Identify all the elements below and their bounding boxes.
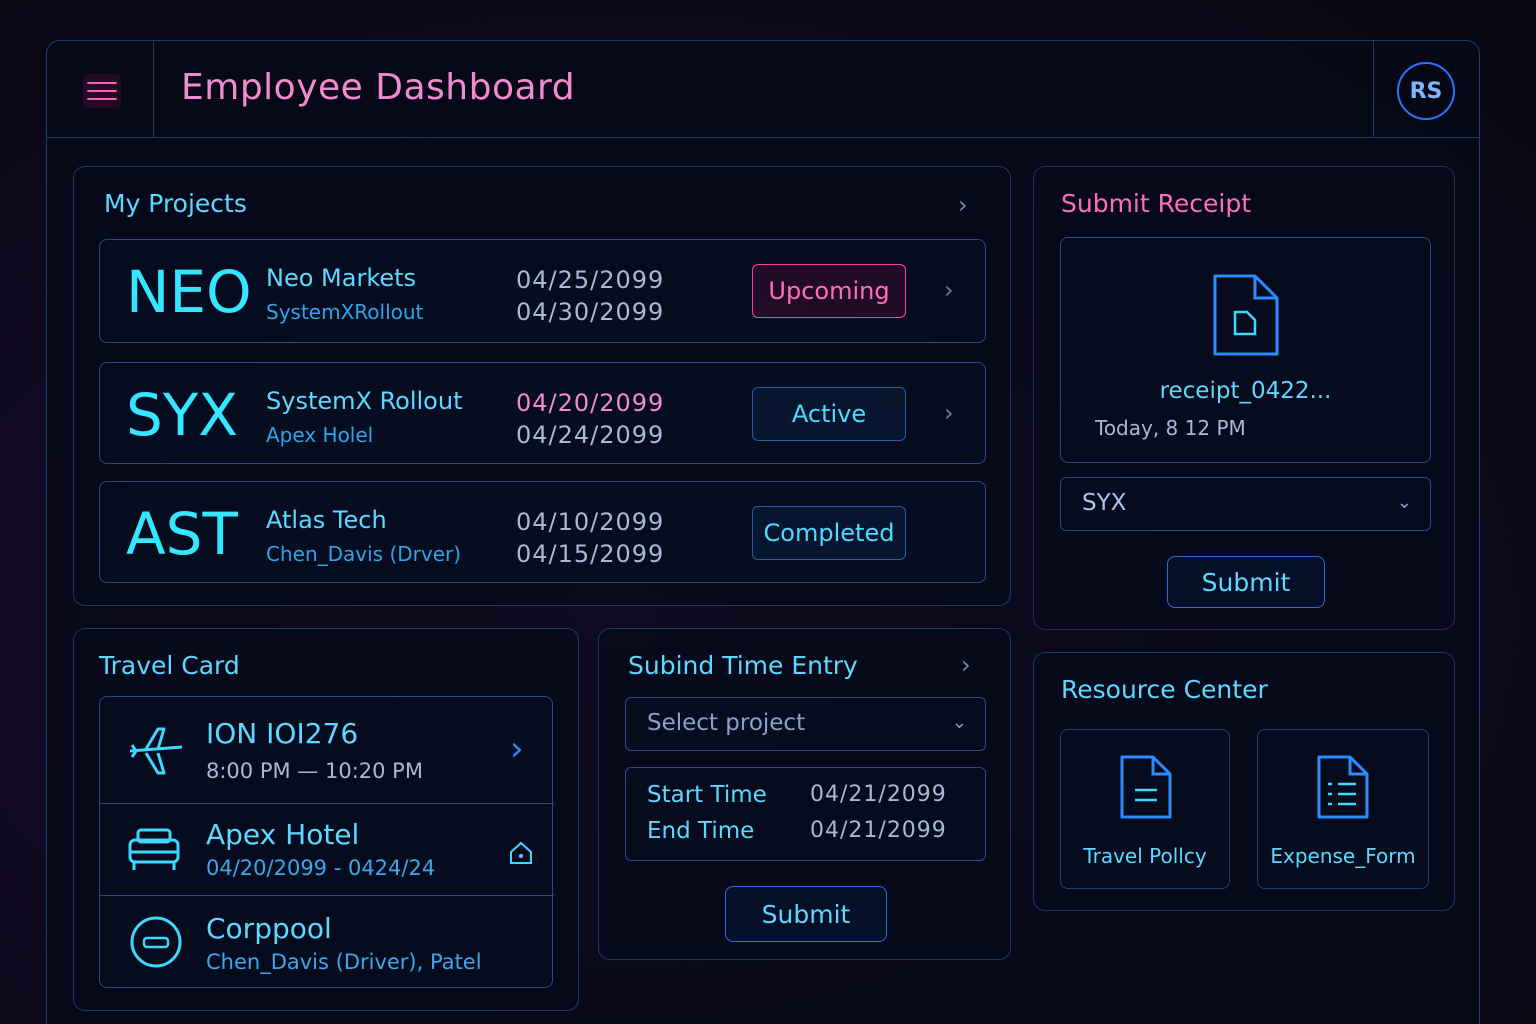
carpool-people: Chen_Davis (Driver), Patel	[206, 950, 482, 974]
avatar[interactable]: RS	[1397, 62, 1455, 120]
end-time-value[interactable]: 04/21/2099	[810, 818, 947, 843]
status-badge: Active	[752, 387, 906, 441]
end-time-label: End Time	[647, 818, 755, 844]
project-name: Neo Markets	[266, 264, 417, 292]
submit-time-button[interactable]: Submit	[725, 886, 887, 942]
chevron-down-icon: ⌄	[951, 712, 967, 733]
chevron-right-icon[interactable]: ›	[944, 276, 954, 304]
my-projects-panel: My Projects › NEO Neo Markets SystemXRol…	[73, 166, 1011, 606]
submit-receipt-button[interactable]: Submit	[1167, 556, 1325, 608]
project-subtitle: SystemXRollout	[266, 300, 424, 324]
car-icon	[130, 916, 182, 968]
flight-number: ION IOI276	[206, 717, 359, 750]
airplane-icon	[129, 727, 183, 775]
receipt-file-time: Today, 8 12 PM	[1095, 416, 1246, 440]
flight-item[interactable]: ION IOI276 8:00 PM — 10:20 PM ›	[100, 697, 552, 803]
page-title: Employee Dashboard	[181, 67, 576, 108]
divider	[1373, 41, 1374, 138]
project-row[interactable]: AST Atlas Tech Chen_Davis (Drver) 04/10/…	[99, 481, 986, 583]
project-code: AST	[126, 500, 238, 568]
resource-tile-expense-form[interactable]: Expense_Form	[1257, 729, 1429, 889]
hotel-item[interactable]: Apex Hotel 04/20/2099 - 0424/24	[100, 803, 554, 895]
project-subtitle: Chen_Davis (Drver)	[266, 542, 462, 566]
carpool-title: Corppool	[206, 912, 332, 945]
status-badge: Upcoming	[752, 264, 906, 318]
project-code: NEO	[126, 258, 252, 326]
bed-icon	[128, 828, 180, 870]
resource-center-panel: Resource Center Travel Pollcy Expense_Fo…	[1033, 652, 1455, 911]
resource-label: Expense_Form	[1270, 844, 1416, 868]
select-value: SYX	[1082, 490, 1127, 516]
divider	[153, 41, 154, 138]
project-start-date: 04/10/2099	[516, 508, 665, 536]
panel-title: Resource Center	[1061, 675, 1268, 704]
start-time-value[interactable]: 04/21/2099	[810, 782, 947, 807]
travel-card-panel: Travel Card ION IOI276 8:00 PM — 10:20 P…	[73, 628, 579, 1011]
chevron-right-icon[interactable]: ›	[961, 651, 971, 679]
receipt-file-name: receipt_0422...	[1159, 378, 1332, 404]
flight-times: 8:00 PM — 10:20 PM	[206, 759, 423, 783]
receipt-project-select[interactable]: SYX ⌄	[1060, 477, 1431, 531]
project-name: Atlas Tech	[266, 506, 387, 534]
submit-receipt-panel: Submit Receipt receipt_0422... Today, 8 …	[1033, 166, 1455, 630]
file-icon	[1213, 274, 1279, 356]
resource-label: Travel Pollcy	[1083, 844, 1207, 868]
panel-title: Travel Card	[99, 651, 240, 680]
status-badge: Completed	[752, 506, 906, 560]
project-end-date: 04/30/2099	[516, 298, 665, 326]
panel-title: My Projects	[104, 189, 247, 218]
chevron-down-icon: ⌄	[1396, 492, 1412, 513]
carpool-item[interactable]: Corppool Chen_Davis (Driver), Patel	[100, 895, 554, 987]
chevron-right-icon[interactable]: ›	[944, 399, 954, 427]
project-end-date: 04/24/2099	[516, 421, 665, 449]
project-row[interactable]: NEO Neo Markets SystemXRollout 04/25/209…	[99, 239, 986, 343]
top-bar: Employee Dashboard RS	[47, 41, 1479, 138]
document-icon	[1120, 755, 1172, 819]
panel-title: Subind Time Entry	[628, 651, 858, 680]
project-code: SYX	[126, 381, 238, 449]
chevron-right-icon[interactable]: ›	[510, 729, 524, 769]
chevron-right-icon[interactable]: ›	[958, 191, 968, 219]
travel-list: ION IOI276 8:00 PM — 10:20 PM › Apex Hot…	[99, 696, 554, 988]
receipt-dropzone[interactable]: receipt_0422... Today, 8 12 PM	[1060, 237, 1431, 463]
hotel-dates: 04/20/2099 - 0424/24	[206, 856, 436, 880]
start-time-label: Start Time	[647, 782, 767, 808]
project-name: SystemX Rollout	[266, 387, 463, 415]
time-entry-panel: Subind Time Entry › Select project ⌄ Sta…	[598, 628, 1011, 960]
panel-title: Submit Receipt	[1061, 189, 1252, 218]
project-row[interactable]: SYX SystemX Rollout Apex Holel 04/20/209…	[99, 362, 986, 464]
list-document-icon	[1317, 755, 1369, 819]
project-subtitle: Apex Holel	[266, 423, 374, 447]
project-start-date: 04/20/2099	[516, 389, 665, 417]
home-icon[interactable]	[508, 840, 534, 866]
time-range-box: Start Time 04/21/2099 End Time 04/21/209…	[625, 767, 986, 861]
resource-tile-travel-policy[interactable]: Travel Pollcy	[1060, 729, 1230, 889]
dashboard-frame: Employee Dashboard RS My Projects › NEO …	[46, 40, 1480, 1024]
project-select[interactable]: Select project ⌄	[625, 697, 986, 751]
select-placeholder: Select project	[647, 710, 806, 736]
hotel-name: Apex Hotel	[206, 818, 360, 851]
project-end-date: 04/15/2099	[516, 540, 665, 568]
project-start-date: 04/25/2099	[516, 266, 665, 294]
menu-button[interactable]	[83, 74, 121, 108]
